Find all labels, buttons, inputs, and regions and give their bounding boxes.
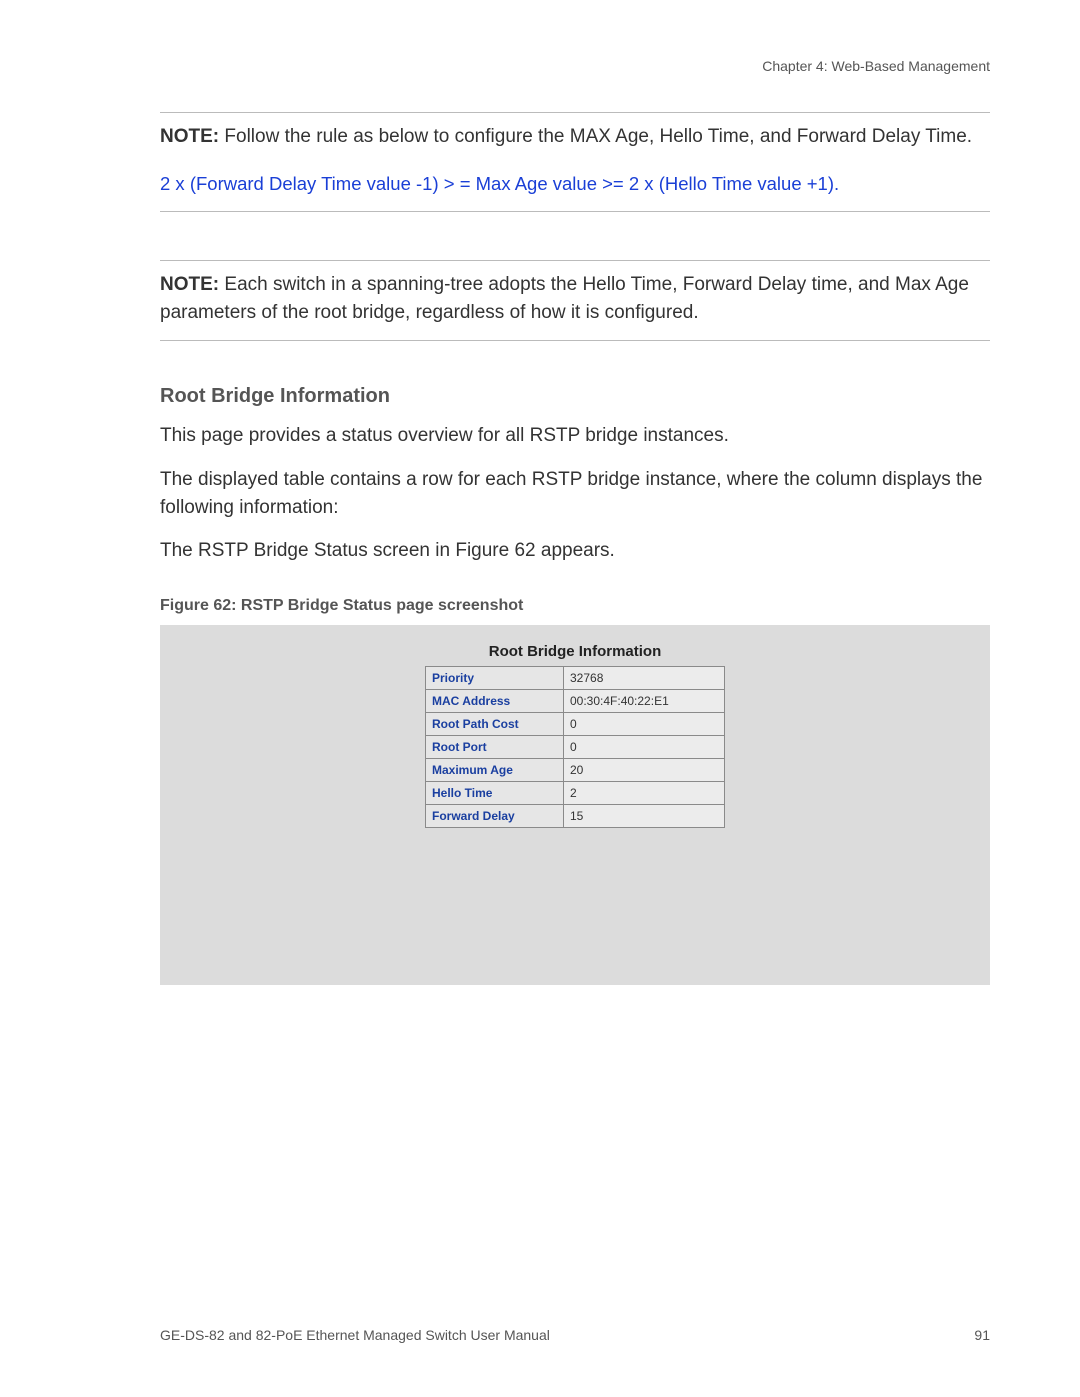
row-label: Hello Time [426, 781, 564, 804]
footer-manual-title: GE-DS-82 and 82-PoE Ethernet Managed Swi… [160, 1327, 550, 1343]
body-paragraph: The RSTP Bridge Status screen in Figure … [160, 537, 990, 565]
row-label: Root Path Cost [426, 712, 564, 735]
document-page: Chapter 4: Web-Based Management NOTE: Fo… [0, 0, 1080, 1397]
note-text-1: NOTE: Follow the rule as below to config… [160, 123, 990, 151]
row-label: Maximum Age [426, 758, 564, 781]
body-paragraph: The displayed table contains a row for e… [160, 466, 990, 521]
body-paragraph: This page provides a status overview for… [160, 422, 990, 450]
row-label: Priority [426, 666, 564, 689]
note-label: NOTE: [160, 274, 219, 295]
row-value: 32768 [564, 666, 725, 689]
note-body: Follow the rule as below to configure th… [224, 126, 972, 147]
note-label: NOTE: [160, 126, 219, 147]
root-bridge-table: Priority 32768 MAC Address 00:30:4F:40:2… [425, 666, 725, 828]
screenshot-container: Root Bridge Information Priority 32768 M… [160, 625, 990, 985]
page-footer: GE-DS-82 and 82-PoE Ethernet Managed Swi… [160, 1327, 990, 1343]
table-row: Hello Time 2 [426, 781, 725, 804]
row-value: 2 [564, 781, 725, 804]
row-label: Root Port [426, 735, 564, 758]
row-label: Forward Delay [426, 804, 564, 827]
table-row: Forward Delay 15 [426, 804, 725, 827]
table-row: Priority 32768 [426, 666, 725, 689]
table-row: Root Path Cost 0 [426, 712, 725, 735]
table-row: Maximum Age 20 [426, 758, 725, 781]
row-value: 0 [564, 735, 725, 758]
section-title: Root Bridge Information [160, 385, 990, 408]
row-value: 00:30:4F:40:22:E1 [564, 689, 725, 712]
bridge-table-title: Root Bridge Information [160, 643, 990, 660]
row-value: 0 [564, 712, 725, 735]
note-block-1: NOTE: Follow the rule as below to config… [160, 112, 990, 212]
note-body: Each switch in a spanning-tree adopts th… [160, 274, 969, 323]
figure-caption: Figure 62: RSTP Bridge Status page scree… [160, 597, 990, 615]
config-formula: 2 x (Forward Delay Time value -1) > = Ma… [160, 171, 990, 198]
footer-page-number: 91 [974, 1327, 990, 1343]
table-row: Root Port 0 [426, 735, 725, 758]
row-value: 15 [564, 804, 725, 827]
chapter-header: Chapter 4: Web-Based Management [160, 58, 990, 74]
row-label: MAC Address [426, 689, 564, 712]
note-block-2: NOTE: Each switch in a spanning-tree ado… [160, 260, 990, 341]
row-value: 20 [564, 758, 725, 781]
table-row: MAC Address 00:30:4F:40:22:E1 [426, 689, 725, 712]
